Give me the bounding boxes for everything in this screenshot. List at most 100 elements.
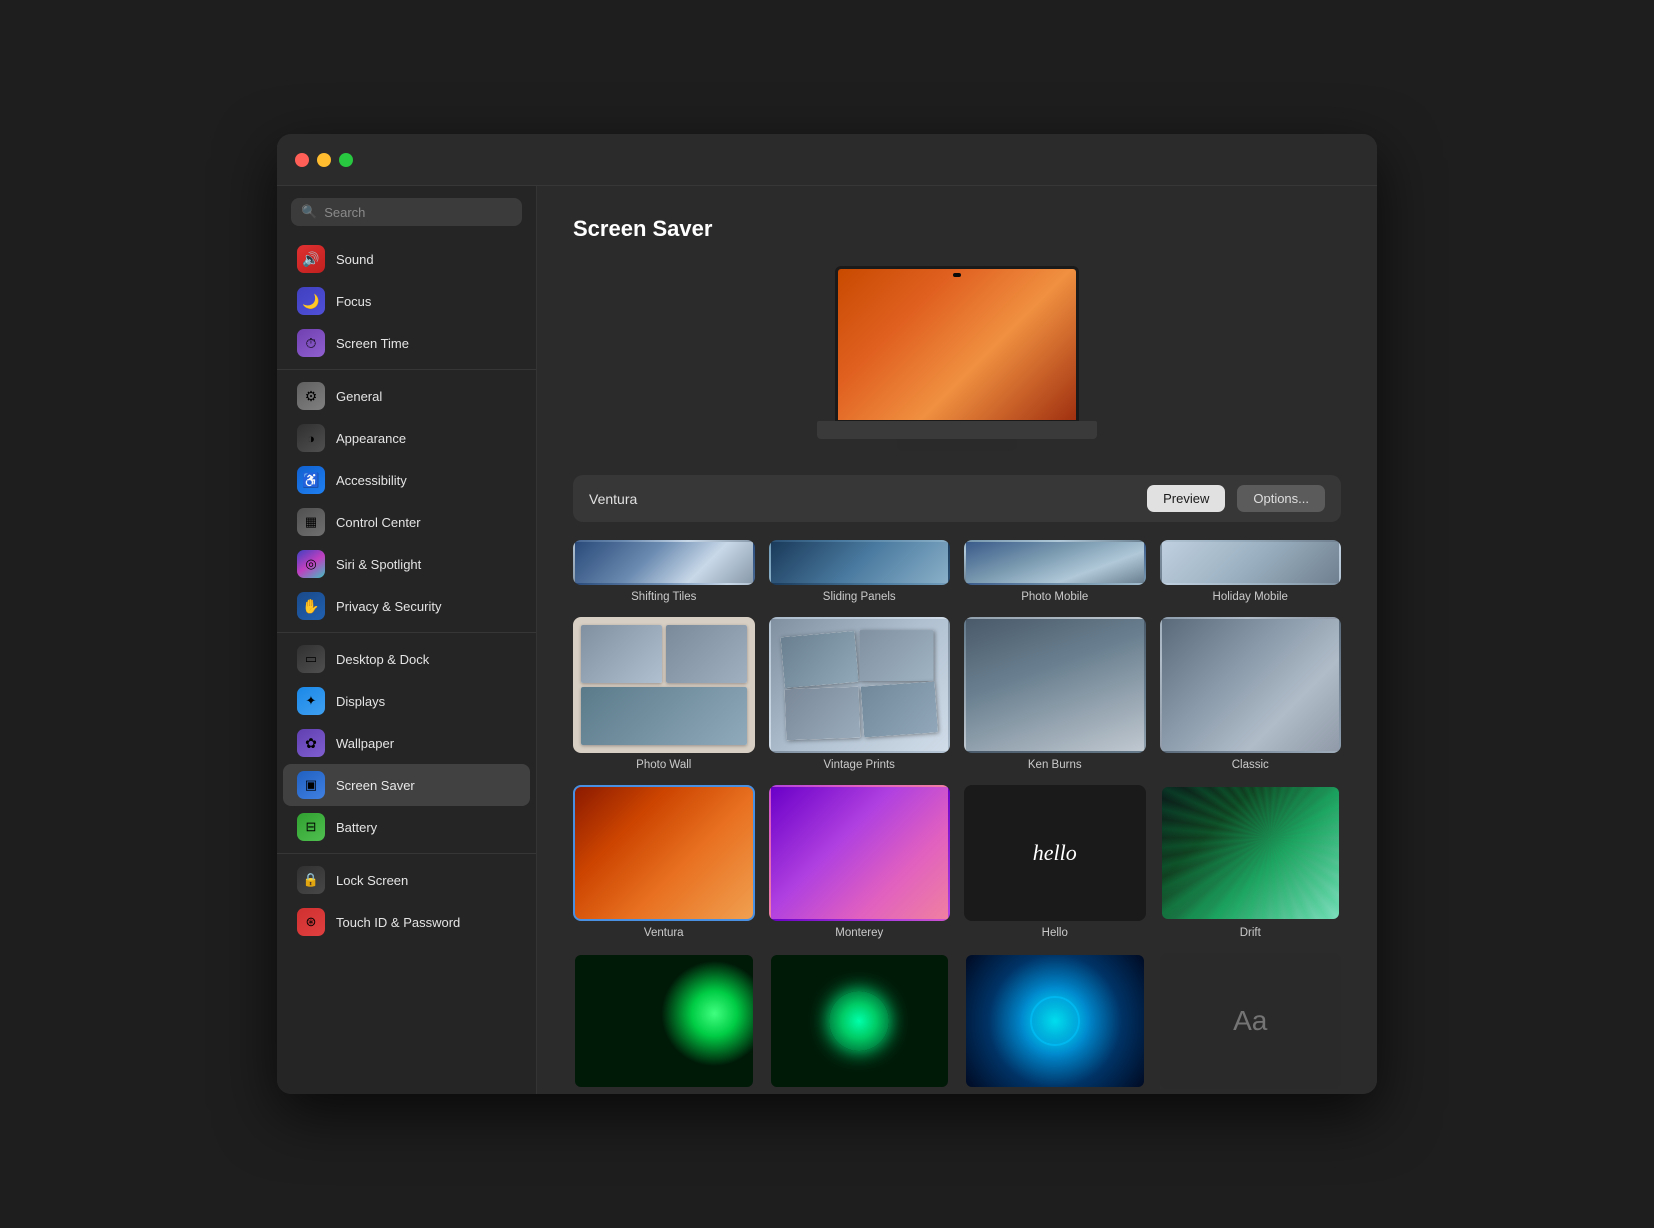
thumb-vintage-prints: [769, 617, 951, 753]
preview-button[interactable]: Preview: [1147, 485, 1225, 512]
sidebar-item-label: General: [336, 389, 382, 404]
grid-item-drift[interactable]: Drift: [1160, 785, 1342, 939]
grid-item-photo-mobile[interactable]: Photo Mobile: [964, 540, 1146, 603]
grid-item-label: Vintage Prints: [824, 759, 895, 771]
thumb-photo-wall: [573, 617, 755, 753]
screentime-icon: ⏱: [297, 329, 325, 357]
grid-item-label: Drift: [1240, 927, 1261, 939]
search-container: 🔍 Search: [277, 198, 536, 238]
laptop-base: [817, 421, 1097, 439]
grid-item-label: Holiday Mobile: [1213, 591, 1288, 603]
minimize-button[interactable]: [317, 153, 331, 167]
shell-visual: [966, 955, 1144, 1087]
sidebar-item-label: Desktop & Dock: [336, 652, 429, 667]
sidebar-item-desktop[interactable]: ▭ Desktop & Dock: [283, 638, 530, 680]
grid-item-label: Classic: [1232, 759, 1269, 771]
wallpaper-icon: ✿: [297, 729, 325, 757]
lockscreen-icon: 🔒: [297, 866, 325, 894]
sidebar-item-general[interactable]: ⚙ General: [283, 375, 530, 417]
grid-item-photo-wall[interactable]: Photo Wall: [573, 617, 755, 771]
grid-item-ken-burns[interactable]: Ken Burns: [964, 617, 1146, 771]
search-box[interactable]: 🔍 Search: [291, 198, 522, 226]
grid-item-holiday-mobile[interactable]: Holiday Mobile: [1160, 540, 1342, 603]
laptop-foot: [897, 439, 1017, 451]
grid-item-label: Photo Wall: [636, 759, 691, 771]
search-icon: 🔍: [301, 204, 317, 220]
grid-item-sliding-panels[interactable]: Sliding Panels: [769, 540, 951, 603]
sidebar-item-displays[interactable]: ✦ Displays: [283, 680, 530, 722]
sidebar-item-label: Privacy & Security: [336, 599, 441, 614]
sidebar-item-label: Focus: [336, 294, 371, 309]
grid-item-classic[interactable]: Classic: [1160, 617, 1342, 771]
options-button[interactable]: Options...: [1237, 485, 1325, 512]
message-aa-text: Aa: [1233, 1005, 1267, 1037]
sidebar-item-focus[interactable]: 🌙 Focus: [283, 280, 530, 322]
thumb-ventura: [573, 785, 755, 921]
grid-item-flurry[interactable]: Flurry: [573, 953, 755, 1094]
thumb-sliding-panels: [769, 540, 951, 585]
grid-item-shell[interactable]: Shell: [964, 953, 1146, 1094]
window-content: 🔍 Search 🔊 Sound 🌙 Focus ⏱: [277, 186, 1377, 1094]
hello-text-display: hello: [1033, 840, 1077, 866]
grid-item-label: Photo Mobile: [1021, 591, 1088, 603]
arabesque-flower: [829, 991, 889, 1051]
grid-item-vintage-prints[interactable]: Vintage Prints: [769, 617, 951, 771]
page-title: Screen Saver: [573, 216, 1341, 242]
screensaver-grid: Photo Wall Vintage Prints: [573, 617, 1341, 1094]
privacy-icon: ✋: [297, 592, 325, 620]
sidebar-item-controlcenter[interactable]: ▦ Control Center: [283, 501, 530, 543]
grid-item-label: Monterey: [835, 927, 883, 939]
settings-window: 🔍 Search 🔊 Sound 🌙 Focus ⏱: [277, 134, 1377, 1094]
grid-item-arabesque[interactable]: Arabesque: [769, 953, 951, 1094]
sidebar-item-screentime[interactable]: ⏱ Screen Time: [283, 322, 530, 364]
sidebar-item-sound[interactable]: 🔊 Sound: [283, 238, 530, 280]
drift-visual: [1162, 787, 1340, 919]
sidebar-item-label: Lock Screen: [336, 873, 408, 888]
sidebar-item-label: Screen Saver: [336, 778, 415, 793]
selector-bar: Ventura Preview Options...: [573, 475, 1341, 522]
laptop-preview: [817, 266, 1097, 451]
maximize-button[interactable]: [339, 153, 353, 167]
thumb-shell: [964, 953, 1146, 1089]
grid-item-ventura[interactable]: Ventura: [573, 785, 755, 939]
thumb-ken-burns: [964, 617, 1146, 753]
sidebar-item-label: Appearance: [336, 431, 406, 446]
sidebar-item-label: Sound: [336, 252, 374, 267]
controlcenter-icon: ▦: [297, 508, 325, 536]
grid-item-label: Ventura: [644, 927, 684, 939]
close-button[interactable]: [295, 153, 309, 167]
sidebar-item-label: Wallpaper: [336, 736, 394, 751]
focus-icon: 🌙: [297, 287, 325, 315]
sidebar: 🔍 Search 🔊 Sound 🌙 Focus ⏱: [277, 186, 537, 1094]
preview-area: [573, 266, 1341, 451]
sidebar-divider-3: [277, 853, 536, 854]
sidebar-item-lockscreen[interactable]: 🔒 Lock Screen: [283, 859, 530, 901]
displays-icon: ✦: [297, 687, 325, 715]
sidebar-item-wallpaper[interactable]: ✿ Wallpaper: [283, 722, 530, 764]
sound-icon: 🔊: [297, 245, 325, 273]
grid-item-label: Sliding Panels: [823, 591, 896, 603]
thumb-message: Aa: [1160, 953, 1342, 1089]
grid-item-label: Ken Burns: [1028, 759, 1082, 771]
siri-icon: ◎: [297, 550, 325, 578]
sidebar-item-label: Accessibility: [336, 473, 407, 488]
thumb-photo-mobile: [964, 540, 1146, 585]
sidebar-item-siri[interactable]: ◎ Siri & Spotlight: [283, 543, 530, 585]
sidebar-item-battery[interactable]: ⊟ Battery: [283, 806, 530, 848]
arabesque-visual: [771, 955, 949, 1087]
grid-item-label: Hello: [1042, 927, 1068, 939]
sidebar-divider-2: [277, 632, 536, 633]
grid-item-shifting-tiles[interactable]: Shifting Tiles: [573, 540, 755, 603]
grid-item-monterey[interactable]: Monterey: [769, 785, 951, 939]
thumb-monterey: [769, 785, 951, 921]
sidebar-item-touchid[interactable]: ⊛ Touch ID & Password: [283, 901, 530, 943]
search-placeholder: Search: [324, 205, 365, 220]
sidebar-item-accessibility[interactable]: ♿ Accessibility: [283, 459, 530, 501]
sidebar-item-privacy[interactable]: ✋ Privacy & Security: [283, 585, 530, 627]
grid-item-message[interactable]: Aa Message: [1160, 953, 1342, 1094]
grid-item-hello[interactable]: hello Hello: [964, 785, 1146, 939]
top-partial-row: Shifting Tiles Sliding Panels Photo Mobi…: [573, 540, 1341, 603]
sidebar-item-label: Battery: [336, 820, 377, 835]
sidebar-item-screensaver[interactable]: ▣ Screen Saver: [283, 764, 530, 806]
sidebar-item-appearance[interactable]: ◑ Appearance: [283, 417, 530, 459]
